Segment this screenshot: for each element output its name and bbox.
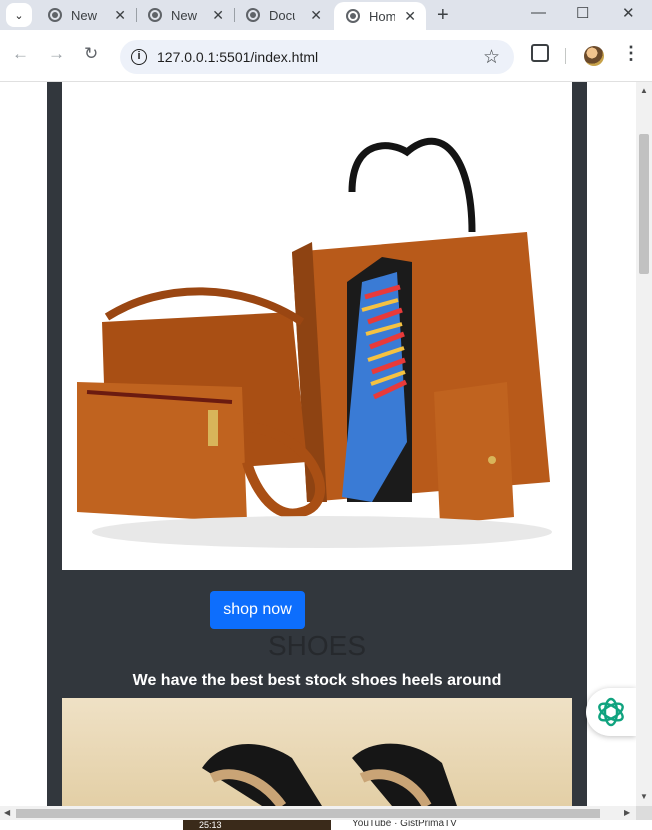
- page-viewport: shop now SHOES We have the best best sto…: [0, 82, 636, 806]
- openai-icon: [598, 697, 624, 727]
- scroll-right-icon[interactable]: ▶: [624, 808, 630, 817]
- horizontal-scroll-thumb[interactable]: [16, 809, 600, 818]
- tab-title: New: [171, 7, 197, 23]
- minimize-icon[interactable]: —: [531, 4, 546, 21]
- browser-toolbar: ← → ↻ i 127.0.0.1:5501/index.html ☆ ⋮: [0, 30, 652, 82]
- close-tab-icon[interactable]: ✕: [212, 7, 224, 24]
- tab-search-button[interactable]: ⌄: [6, 3, 32, 27]
- tab-2[interactable]: New ✕: [136, 0, 234, 30]
- video-source: YouTube · GistPrimaTV: [352, 820, 457, 829]
- back-icon[interactable]: ←: [12, 44, 29, 64]
- product-section: shop now SHOES We have the best best sto…: [47, 82, 587, 806]
- tab-title: New: [71, 7, 97, 23]
- chrome-icon: [48, 8, 62, 22]
- video-duration: 25:13: [199, 820, 222, 830]
- chevron-down-icon: ⌄: [14, 9, 24, 22]
- shoes-image: [62, 698, 572, 806]
- star-icon[interactable]: ☆: [483, 46, 500, 69]
- forward-icon[interactable]: →: [48, 44, 65, 64]
- extensions-icon[interactable]: [531, 44, 549, 62]
- close-tab-icon[interactable]: ✕: [114, 7, 126, 24]
- assistant-floating-button[interactable]: [586, 688, 636, 736]
- tab-active[interactable]: Hom ✕: [334, 2, 426, 30]
- close-tab-icon[interactable]: ✕: [310, 7, 322, 24]
- url-text[interactable]: 127.0.0.1:5501/index.html: [157, 49, 318, 65]
- globe-icon: [246, 8, 260, 22]
- address-bar[interactable]: i 127.0.0.1:5501/index.html ☆: [120, 40, 514, 74]
- vertical-scroll-thumb[interactable]: [639, 134, 649, 274]
- avatar[interactable]: [584, 46, 604, 66]
- tab-title: Hom: [369, 8, 395, 24]
- toolbar-divider: [565, 48, 566, 64]
- reload-icon[interactable]: ↻: [84, 44, 98, 64]
- chrome-icon: [148, 8, 162, 22]
- scroll-down-icon[interactable]: ▼: [640, 792, 648, 801]
- close-tab-icon[interactable]: ✕: [404, 8, 416, 25]
- background-window-peek: 25:13 YouTube · GistPrimaTV: [0, 820, 652, 830]
- scrollbar-corner: [636, 806, 652, 820]
- tab-strip: ⌄ New ✕ New ✕ Docu ✕ Hom ✕ + — ☐ ✕: [0, 0, 652, 30]
- kebab-menu-icon[interactable]: ⋮: [622, 43, 640, 64]
- maximize-icon[interactable]: ☐: [576, 4, 589, 22]
- shop-now-button[interactable]: shop now: [210, 591, 305, 629]
- vertical-scrollbar[interactable]: ▲ ▼: [636, 82, 652, 806]
- scroll-left-icon[interactable]: ◀: [4, 808, 10, 817]
- scroll-up-icon[interactable]: ▲: [640, 86, 648, 95]
- new-tab-icon[interactable]: +: [437, 4, 449, 27]
- tab-3[interactable]: Docu ✕: [234, 0, 332, 30]
- info-icon[interactable]: i: [131, 49, 147, 65]
- tab-1[interactable]: New ✕: [36, 0, 136, 30]
- horizontal-scrollbar[interactable]: ◀ ▶: [0, 806, 636, 820]
- globe-icon: [346, 9, 360, 23]
- section-title: SHOES: [267, 630, 367, 661]
- tab-title: Docu: [269, 7, 295, 23]
- video-thumbnail: 25:13: [183, 820, 331, 830]
- section-subtitle: We have the best best stock shoes heels …: [132, 672, 502, 689]
- handbag-image: [62, 82, 572, 570]
- close-window-icon[interactable]: ✕: [622, 4, 635, 22]
